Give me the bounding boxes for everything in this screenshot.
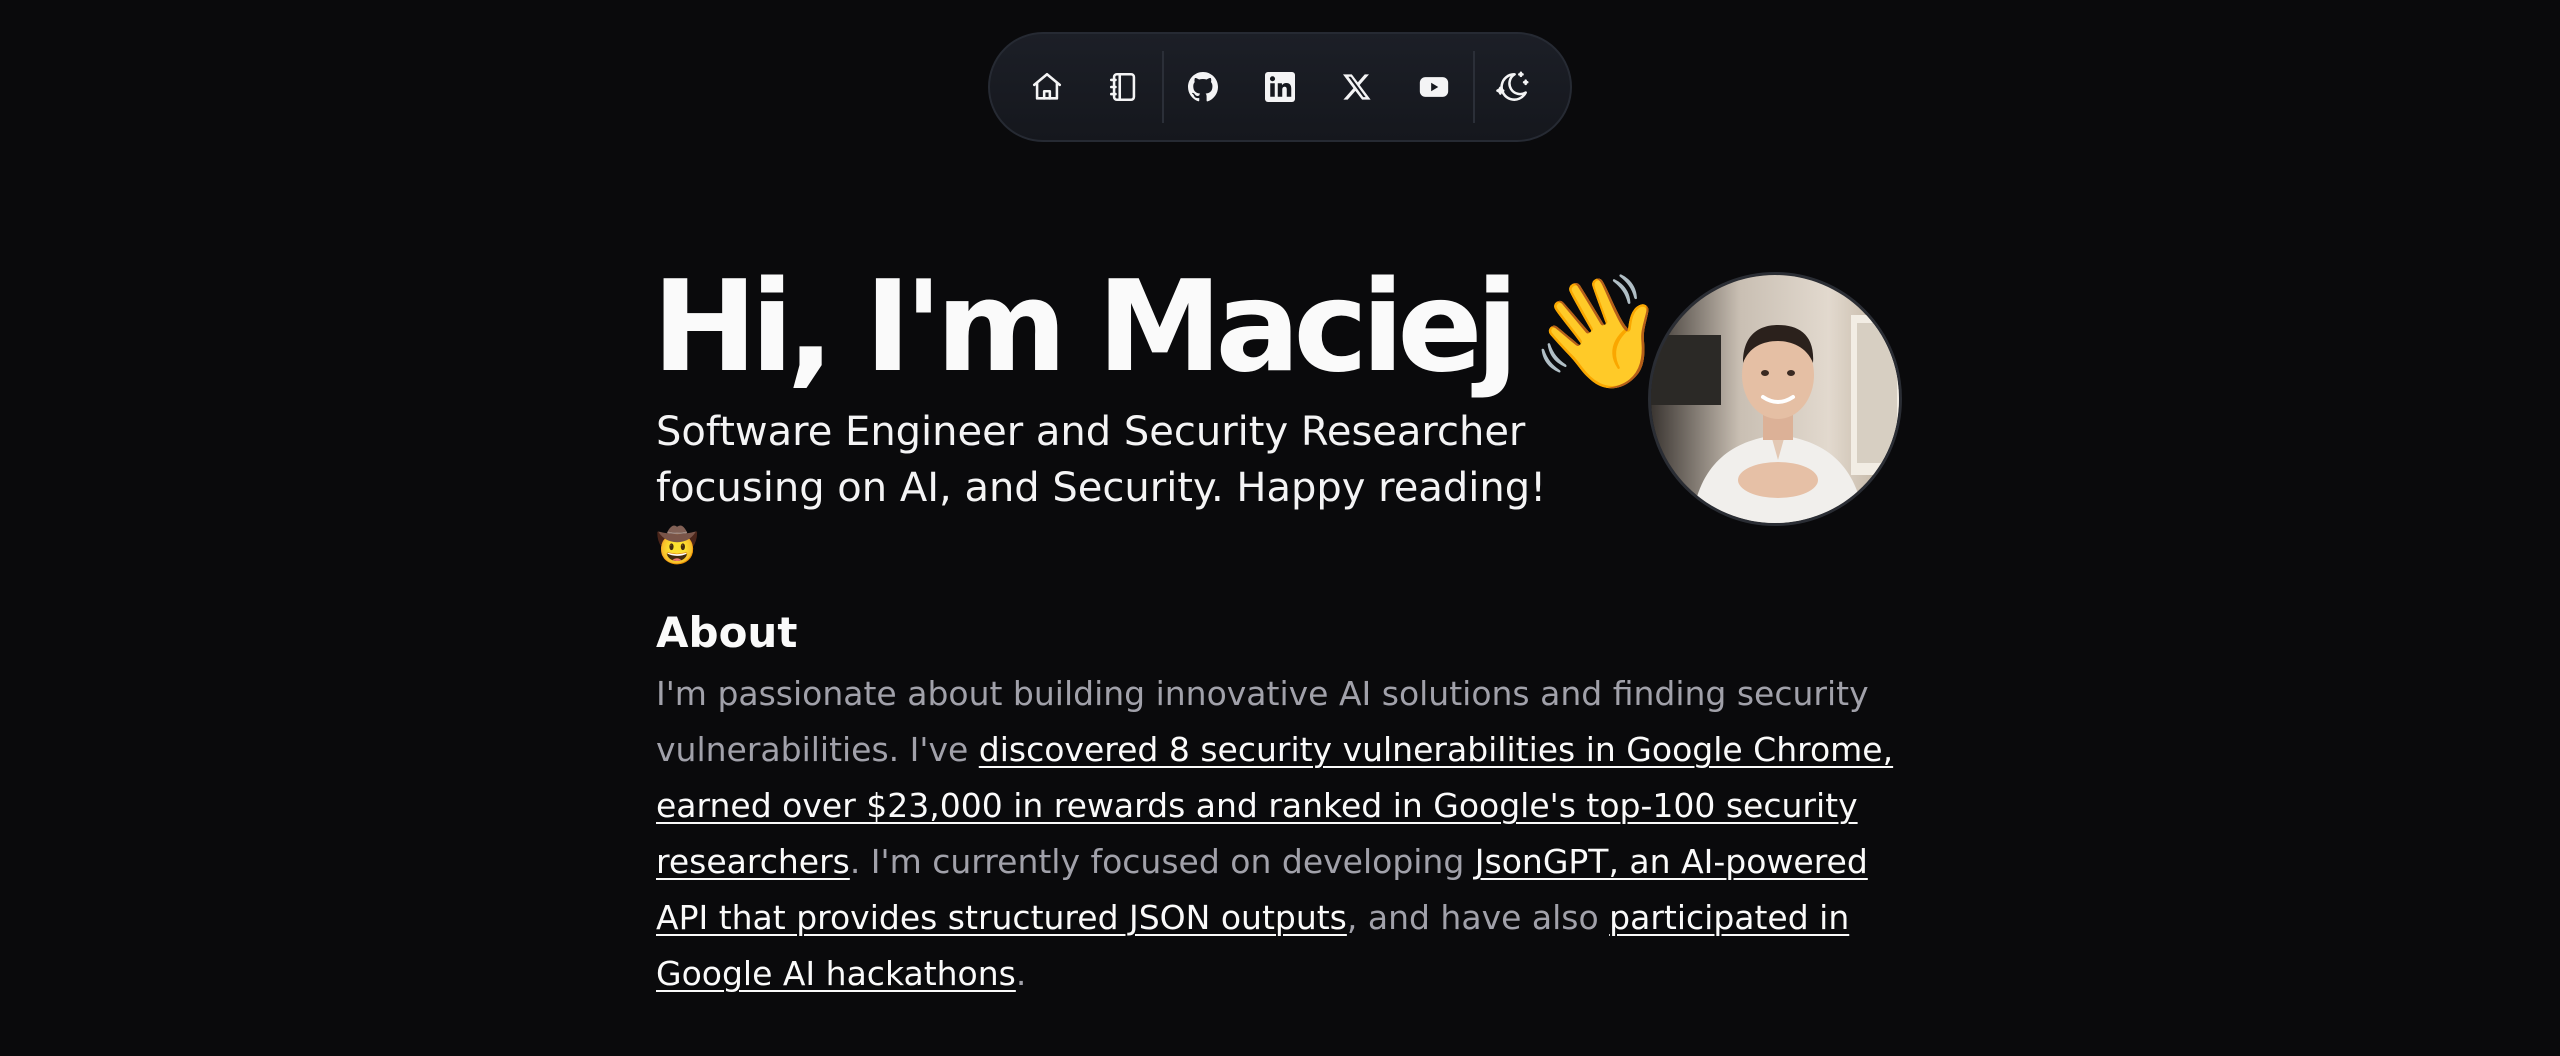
home-icon [1032,72,1061,100]
avatar [1648,272,1902,526]
about-heading: About [656,608,798,657]
x-link[interactable] [1319,47,1396,127]
subtitle-text: Software Engineer and Security Researche… [656,409,1547,511]
home-link[interactable] [1008,47,1085,127]
about-text-segment: . [1015,954,1027,993]
top-nav-dock [988,32,1572,142]
about-text-segment: , and have also [1346,898,1610,937]
waving-hand-emoji: 👋 [1529,268,1667,396]
about-paragraph: I'm passionate about building innovative… [656,666,1896,1002]
moon-stars-icon [1496,71,1529,101]
linkedin-icon [1264,72,1295,102]
youtube-link[interactable] [1396,47,1473,127]
about-text-segment: . I'm currently focused on developing [849,842,1475,881]
page-title: Hi, I'm Maciej 👋 [652,257,1667,397]
github-link[interactable] [1164,47,1241,127]
x-icon [1343,74,1371,100]
cowboy-emoji: 🤠 [656,526,699,566]
profile-photo [1651,275,1899,523]
hero-subtitle: Software Engineer and Security Researche… [656,404,1576,574]
github-icon [1187,72,1218,102]
theme-toggle-button[interactable] [1475,47,1552,127]
title-text: Hi, I'm Maciej [652,253,1519,400]
linkedin-link[interactable] [1241,47,1318,127]
blog-link[interactable] [1085,47,1162,127]
youtube-icon [1420,77,1449,97]
notebook-icon [1109,72,1135,102]
